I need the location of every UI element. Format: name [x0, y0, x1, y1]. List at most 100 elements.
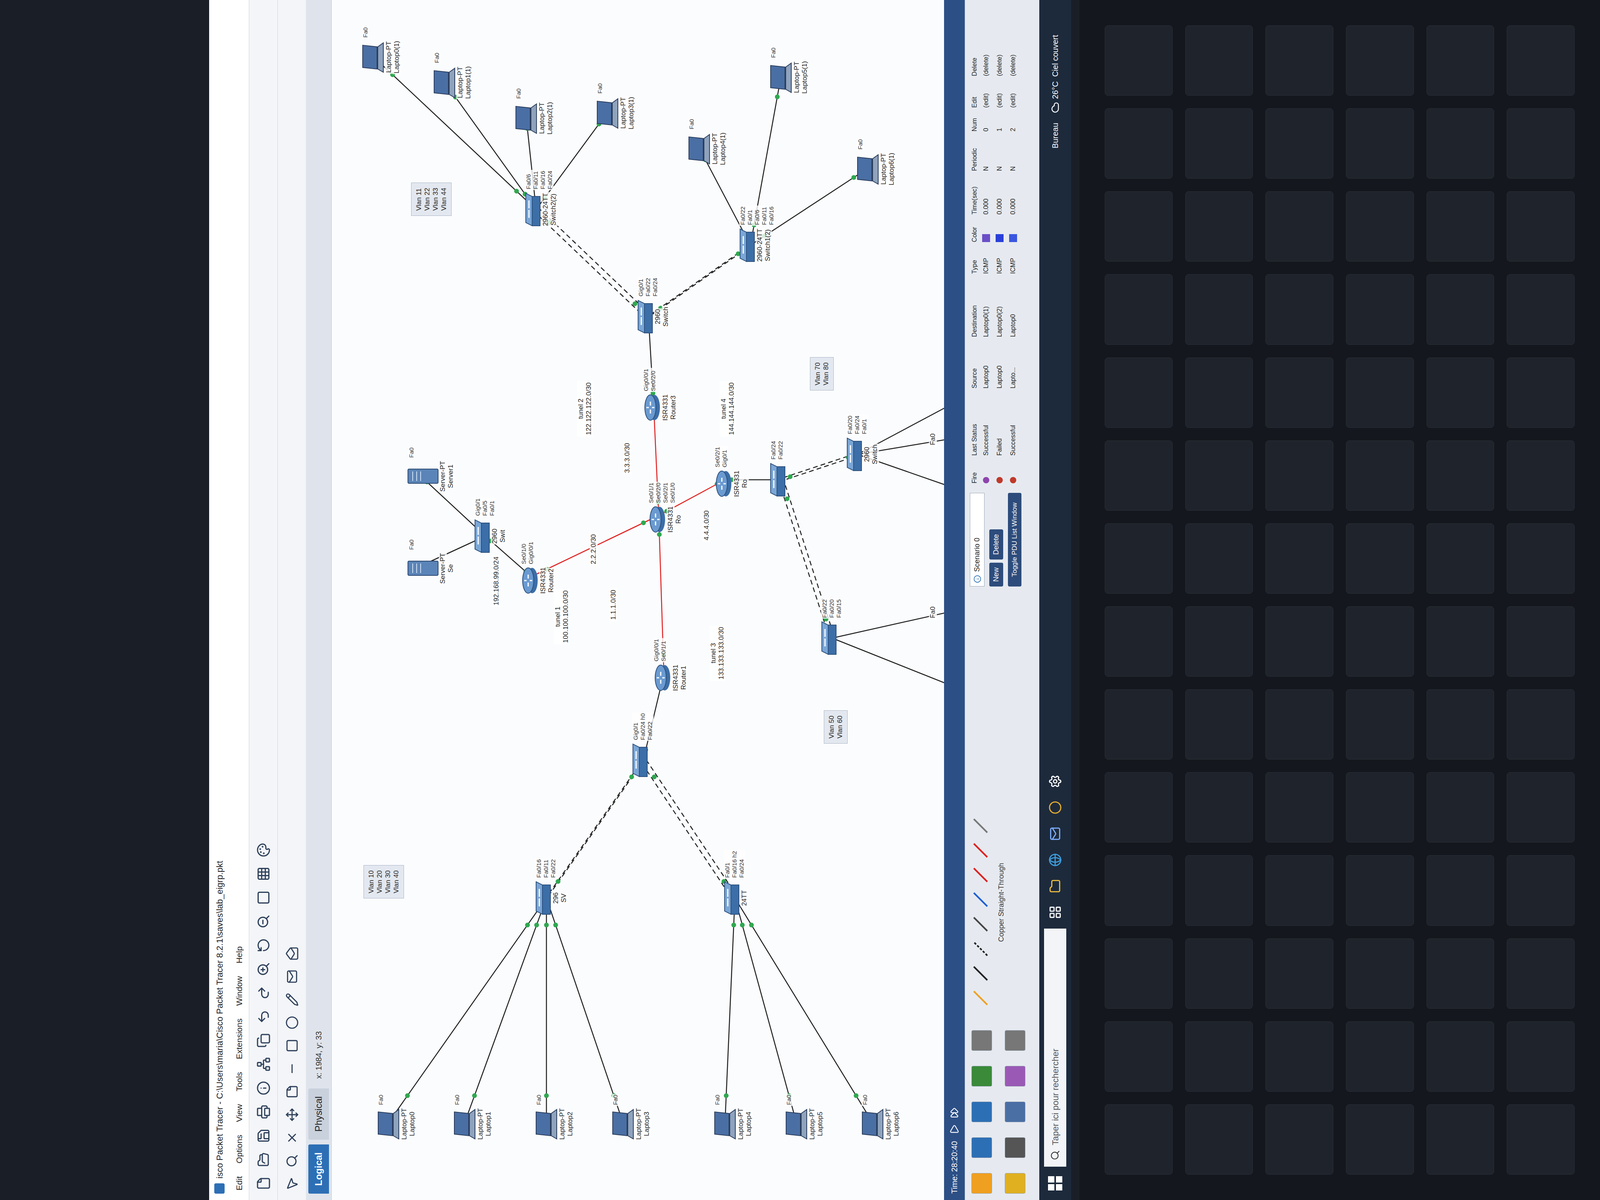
device-category-icon[interactable] — [1004, 1137, 1026, 1158]
tool-icon[interactable] — [285, 1107, 299, 1122]
key[interactable] — [1185, 689, 1254, 760]
device-category-icon[interactable] — [1004, 1065, 1026, 1087]
windows-logo-icon[interactable] — [1048, 1176, 1063, 1191]
connection-type-icon[interactable] — [971, 816, 990, 835]
fast-forward-icon[interactable] — [949, 1107, 960, 1118]
key[interactable] — [1265, 191, 1334, 262]
laptop-node[interactable]: Laptop-PTLaptop0Fa0 — [376, 1094, 417, 1141]
search-box[interactable]: Taper ici pour rechercher — [1044, 928, 1067, 1167]
connection-type-icon[interactable] — [971, 964, 990, 983]
menu-item[interactable]: Extensions — [232, 1018, 246, 1060]
key[interactable] — [1346, 357, 1414, 428]
switch-node[interactable]: Fa0/24Fa0/22 — [769, 440, 787, 498]
key[interactable] — [1426, 772, 1495, 843]
key[interactable] — [1104, 357, 1173, 428]
vlan-note[interactable]: Vlan 50Vlan 60 — [823, 710, 848, 744]
key[interactable] — [1185, 772, 1254, 843]
connection-type-icon[interactable] — [971, 890, 990, 909]
menu-item[interactable]: Help — [232, 946, 246, 964]
tool-icon[interactable] — [285, 1084, 299, 1099]
server-node[interactable]: Server-PTSeFa0 — [407, 538, 455, 585]
laptop-node[interactable]: Laptop-PTLaptop2Fa0 — [534, 1094, 575, 1141]
device-category-icon[interactable] — [971, 1137, 993, 1158]
key[interactable] — [1426, 357, 1495, 428]
fire-dot[interactable] — [982, 476, 990, 484]
tool-icon[interactable] — [285, 969, 299, 984]
router-node[interactable]: ISR4331Router2Se0/1/0Gig0/0/1 — [519, 540, 556, 595]
toolbar-icon[interactable] — [256, 1033, 271, 1048]
toolbar-icon[interactable] — [256, 1128, 271, 1143]
key[interactable] — [1185, 274, 1254, 345]
scenario-button[interactable]: Delete — [989, 529, 1004, 560]
key[interactable] — [1506, 274, 1575, 345]
tool-icon[interactable] — [285, 1061, 299, 1076]
toolbar-icon[interactable] — [256, 1057, 271, 1072]
vlan-note[interactable]: Vlan 70Vlan 80 — [809, 357, 834, 391]
menu-item[interactable]: Window — [232, 976, 246, 1006]
key[interactable] — [1104, 1021, 1173, 1092]
key[interactable] — [1185, 938, 1254, 1009]
laptop-node[interactable]: Laptop-PTLaptop6Fa0 — [860, 1094, 901, 1141]
toolbar-icon[interactable] — [256, 842, 271, 858]
key[interactable] — [1265, 357, 1334, 428]
chrome-icon[interactable] — [1048, 800, 1062, 815]
desktop-label[interactable]: Bureau — [1049, 122, 1062, 149]
key[interactable] — [1265, 855, 1334, 926]
key[interactable] — [1426, 108, 1495, 179]
laptop-node[interactable]: Laptop-PTLaptop4Fa0 — [713, 1094, 753, 1141]
key[interactable] — [1265, 108, 1334, 179]
device-category-icon[interactable] — [971, 1065, 993, 1087]
key[interactable] — [1426, 25, 1495, 96]
key[interactable] — [1426, 1104, 1495, 1175]
switch-node[interactable]: 2960-24TTSwitch1(2)Fa0/22Fa0/1Fa0/6Fa0/1… — [738, 205, 775, 264]
key[interactable] — [1185, 523, 1254, 594]
switch-node[interactable]: 2960SwitchGig0/1Fa0/22Fa0/24 — [636, 276, 670, 335]
key[interactable] — [1506, 1021, 1575, 1092]
key[interactable] — [1185, 855, 1254, 926]
key[interactable] — [1506, 523, 1575, 594]
toolbar-icon[interactable] — [256, 985, 271, 1000]
connection-type-icon[interactable] — [971, 988, 990, 1008]
key[interactable] — [1426, 606, 1495, 677]
connection-type-icon[interactable] — [971, 915, 990, 934]
scenario-select[interactable]: Scenario 0 — [969, 492, 985, 587]
menu-item[interactable]: Options — [232, 1134, 246, 1164]
view-tab[interactable]: Logical — [308, 1144, 329, 1194]
scenario-button[interactable]: New — [989, 562, 1004, 587]
settings-icon[interactable] — [1048, 774, 1062, 789]
key[interactable] — [1426, 938, 1495, 1009]
laptop-node[interactable]: Laptop-PTLaptop5Fa0 — [784, 1094, 825, 1141]
key[interactable] — [1265, 772, 1334, 843]
key[interactable] — [1426, 440, 1495, 511]
key[interactable] — [1104, 25, 1173, 96]
fire-dot[interactable] — [1009, 476, 1017, 484]
pdu-row[interactable]: SuccessfulLaptop0Laptop0(1)ICMP0.000N0(e… — [979, 36, 993, 484]
edge-icon[interactable] — [1048, 853, 1062, 867]
device-category-icon[interactable] — [1004, 1030, 1026, 1051]
connection-type-icon[interactable] — [971, 939, 990, 958]
pdu-row[interactable]: SuccessfulLapto...Laptop0ICMP0.000N2(edi… — [1006, 36, 1020, 484]
delete-link[interactable]: (delete) — [994, 36, 1005, 77]
key[interactable] — [1506, 855, 1575, 926]
key[interactable] — [1104, 606, 1173, 677]
laptop-node[interactable]: Laptop-PTLaptop6(1)Fa0 — [855, 138, 896, 187]
laptop-node[interactable]: Laptop-PTLaptop3(1)Fa0 — [595, 82, 636, 131]
task-view-icon[interactable] — [1048, 905, 1062, 920]
toolbar-icon[interactable] — [256, 866, 271, 881]
key[interactable] — [1346, 606, 1414, 677]
key[interactable] — [1265, 606, 1334, 677]
switch-node[interactable]: 24TTFa0/1Fa0/16 h2Fa0/24 — [723, 850, 749, 916]
connection-type-icon[interactable] — [971, 865, 990, 885]
laptop-node[interactable]: Laptop-PTLaptop4(1)Fa0 — [687, 118, 727, 166]
key[interactable] — [1104, 191, 1173, 262]
key[interactable] — [1346, 108, 1414, 179]
view-tab[interactable]: Physical — [308, 1088, 329, 1140]
edit-link[interactable]: (edit) — [981, 76, 991, 108]
weather[interactable]: 26°C Ciel couvert — [1049, 34, 1062, 114]
key[interactable] — [1346, 1104, 1414, 1175]
mail-icon[interactable] — [1048, 826, 1062, 841]
tool-icon[interactable] — [285, 1153, 299, 1168]
key[interactable] — [1506, 191, 1575, 262]
key[interactable] — [1506, 25, 1575, 96]
key[interactable] — [1185, 1104, 1254, 1175]
